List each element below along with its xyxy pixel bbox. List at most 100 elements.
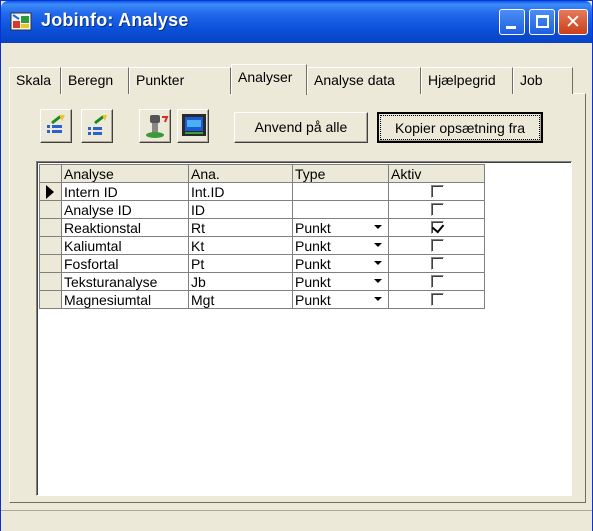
tab-skala[interactable]: Skala [9, 67, 61, 94]
sample-tool-button[interactable] [139, 109, 171, 143]
cell-analyse[interactable]: Magnesiumtal [61, 290, 189, 309]
cell-aktiv [388, 200, 485, 219]
dropdown-arrow-icon[interactable] [374, 261, 382, 265]
table-row[interactable]: Kaliumtal Kt Punkt [39, 236, 485, 255]
cell-type[interactable]: Punkt [292, 236, 389, 255]
status-bar [1, 510, 592, 531]
cell-type[interactable] [292, 200, 389, 219]
type-value: Punkt [295, 255, 331, 272]
minimize-button[interactable] [499, 9, 525, 35]
tab-punkter-label: Punkter [136, 72, 185, 88]
soil-sample-icon [146, 115, 169, 138]
row-indicator[interactable] [39, 272, 62, 291]
tab-hjaelpegrid-label: Hjælpegrid [428, 72, 496, 88]
table-row[interactable]: Teksturanalyse Jb Punkt [39, 272, 485, 291]
apply-all-button[interactable]: Anvend på alle [234, 112, 368, 143]
aktiv-checkbox[interactable] [431, 293, 444, 306]
aktiv-checkbox[interactable] [431, 203, 444, 216]
analysis-grid[interactable]: Analyse Ana. Type Aktiv Intern ID Int.ID A… [36, 161, 572, 496]
row-indicator-header [39, 164, 62, 183]
tab-hjaelpegrid[interactable]: Hjælpegrid [421, 67, 513, 94]
cell-type[interactable]: Punkt [292, 254, 389, 273]
app-icon [10, 10, 34, 32]
type-value: Punkt [295, 273, 331, 290]
cell-ana[interactable]: ID [188, 200, 293, 219]
edit-list-icon [88, 114, 107, 135]
dropdown-arrow-icon[interactable] [374, 243, 382, 247]
row-indicator[interactable] [39, 236, 62, 255]
row-indicator[interactable] [39, 200, 62, 219]
jobinfo-window: Jobinfo: Analyse ✕ Skala Beregn Punkter … [0, 0, 593, 531]
cell-aktiv [388, 182, 485, 201]
cell-aktiv [388, 272, 485, 291]
row-indicator[interactable] [39, 254, 62, 273]
table-row[interactable]: Magnesiumtal Mgt Punkt [39, 290, 485, 309]
tab-analyse-data[interactable]: Analyse data [307, 67, 421, 94]
cell-ana[interactable]: Rt [188, 218, 293, 237]
type-value: Punkt [295, 237, 331, 254]
cell-analyse[interactable]: Teksturanalyse [61, 272, 189, 291]
add-analysis-button[interactable] [40, 109, 72, 143]
maximize-button[interactable] [529, 9, 555, 35]
type-value: Punkt [295, 291, 331, 308]
current-row-arrow-icon [46, 184, 54, 199]
analysis-table: Analyse Ana. Type Aktiv Intern ID Int.ID A… [39, 164, 485, 309]
dropdown-arrow-icon[interactable] [374, 225, 382, 229]
monitor-tool-button[interactable] [177, 109, 209, 143]
cell-aktiv [388, 290, 485, 309]
table-row[interactable]: Intern ID Int.ID [39, 182, 485, 201]
copy-setup-button[interactable]: Kopier opsætning fra [377, 112, 543, 143]
tab-job[interactable]: Job [513, 67, 573, 94]
close-button[interactable]: ✕ [558, 9, 588, 35]
cell-type[interactable] [292, 182, 389, 201]
minimize-icon [506, 26, 516, 29]
cell-ana[interactable]: Pt [188, 254, 293, 273]
title-bar[interactable]: Jobinfo: Analyse ✕ [1, 1, 592, 43]
aktiv-checkbox[interactable] [431, 185, 444, 198]
edit-analysis-button[interactable] [81, 109, 113, 143]
row-indicator[interactable] [39, 182, 62, 201]
row-indicator[interactable] [39, 290, 62, 309]
column-header-ana[interactable]: Ana. [188, 164, 293, 183]
close-icon: ✕ [565, 11, 581, 33]
tab-beregn[interactable]: Beregn [61, 67, 129, 94]
cell-ana[interactable]: Mgt [188, 290, 293, 309]
column-header-aktiv[interactable]: Aktiv [388, 164, 485, 183]
tab-punkter[interactable]: Punkter [129, 67, 231, 94]
cell-type[interactable]: Punkt [292, 218, 389, 237]
dropdown-arrow-icon[interactable] [374, 297, 382, 301]
column-header-type[interactable]: Type [292, 164, 389, 183]
cell-analyse[interactable]: Reaktionstal [61, 218, 189, 237]
grid-header-row: Analyse Ana. Type Aktiv [39, 164, 485, 183]
aktiv-checkbox[interactable] [431, 221, 444, 234]
window-title: Jobinfo: Analyse [41, 10, 189, 30]
cell-analyse[interactable]: Intern ID [61, 182, 189, 201]
tab-analyser[interactable]: Analyser [231, 64, 307, 95]
cell-analyse[interactable]: Analyse ID [61, 200, 189, 219]
aktiv-checkbox[interactable] [431, 257, 444, 270]
column-header-analyse[interactable]: Analyse [61, 164, 189, 183]
cell-type[interactable]: Punkt [292, 290, 389, 309]
aktiv-checkbox[interactable] [431, 275, 444, 288]
row-indicator[interactable] [39, 218, 62, 237]
dropdown-arrow-icon[interactable] [374, 279, 382, 283]
table-row[interactable]: Analyse ID ID [39, 200, 485, 219]
cell-ana[interactable]: Int.ID [188, 182, 293, 201]
monitor-icon [182, 114, 206, 136]
tab-job-label: Job [520, 72, 543, 88]
cell-aktiv [388, 218, 485, 237]
cell-analyse[interactable]: Kaliumtal [61, 236, 189, 255]
aktiv-checkbox[interactable] [431, 239, 444, 252]
tab-analyser-label: Analyser [238, 69, 293, 85]
cell-type[interactable]: Punkt [292, 272, 389, 291]
cell-ana[interactable]: Kt [188, 236, 293, 255]
cell-ana[interactable]: Jb [188, 272, 293, 291]
cell-aktiv [388, 254, 485, 273]
cell-analyse[interactable]: Fosfortal [61, 254, 189, 273]
type-value: Punkt [295, 219, 331, 236]
table-row[interactable]: Fosfortal Pt Punkt [39, 254, 485, 273]
tab-skala-label: Skala [16, 72, 52, 88]
tab-beregn-label: Beregn [68, 72, 114, 88]
tab-analyse-data-label: Analyse data [314, 72, 395, 88]
table-row[interactable]: Reaktionstal Rt Punkt [39, 218, 485, 237]
